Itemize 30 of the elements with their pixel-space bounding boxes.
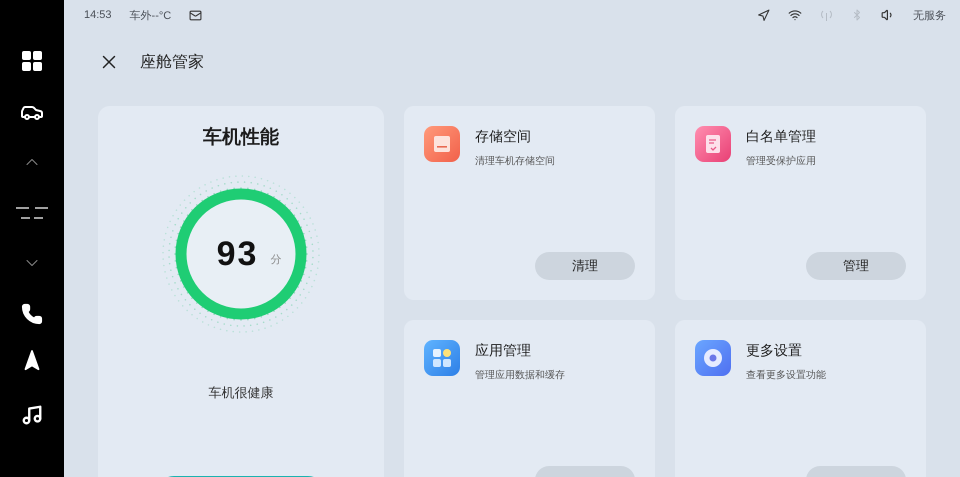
tool-title: 更多设置 <box>746 342 803 360</box>
score-value: 93 <box>216 234 258 274</box>
gear-icon <box>695 340 731 376</box>
score-unit: 分 <box>270 252 282 266</box>
calendar-icon <box>424 126 460 162</box>
outside-temperature: 车外--°C <box>130 8 172 22</box>
music-icon[interactable] <box>21 404 43 426</box>
signal-icon <box>820 9 833 21</box>
tool-description: 管理受保护应用 <box>746 154 816 168</box>
tool-description: 查看更多设置功能 <box>746 368 826 382</box>
tool-description: 清理车机存储空间 <box>475 154 555 168</box>
card-title: 车机性能 <box>203 126 279 150</box>
app-grid-icon <box>424 340 460 376</box>
action-button[interactable]: 管理 <box>806 252 906 280</box>
tool-title: 存储空间 <box>475 128 532 146</box>
location-icon <box>757 8 770 22</box>
phone-icon[interactable] <box>21 302 43 325</box>
tool-description: 管理应用数据和缓存 <box>475 368 565 382</box>
page-title: 座舱管家 <box>140 52 204 72</box>
health-status: 车机很健康 <box>208 384 274 402</box>
bluetooth-icon <box>851 9 863 21</box>
tool-title: 应用管理 <box>475 342 532 360</box>
wifi-icon <box>788 8 802 22</box>
mail-icon[interactable] <box>189 8 202 22</box>
action-button[interactable]: 清理 <box>535 252 635 280</box>
grid-icon[interactable] <box>22 51 42 72</box>
tool-title: 白名单管理 <box>746 128 816 146</box>
clock: 14:53 <box>84 9 112 21</box>
network-status: 无服务 <box>913 8 946 22</box>
checklist-icon <box>695 126 731 162</box>
